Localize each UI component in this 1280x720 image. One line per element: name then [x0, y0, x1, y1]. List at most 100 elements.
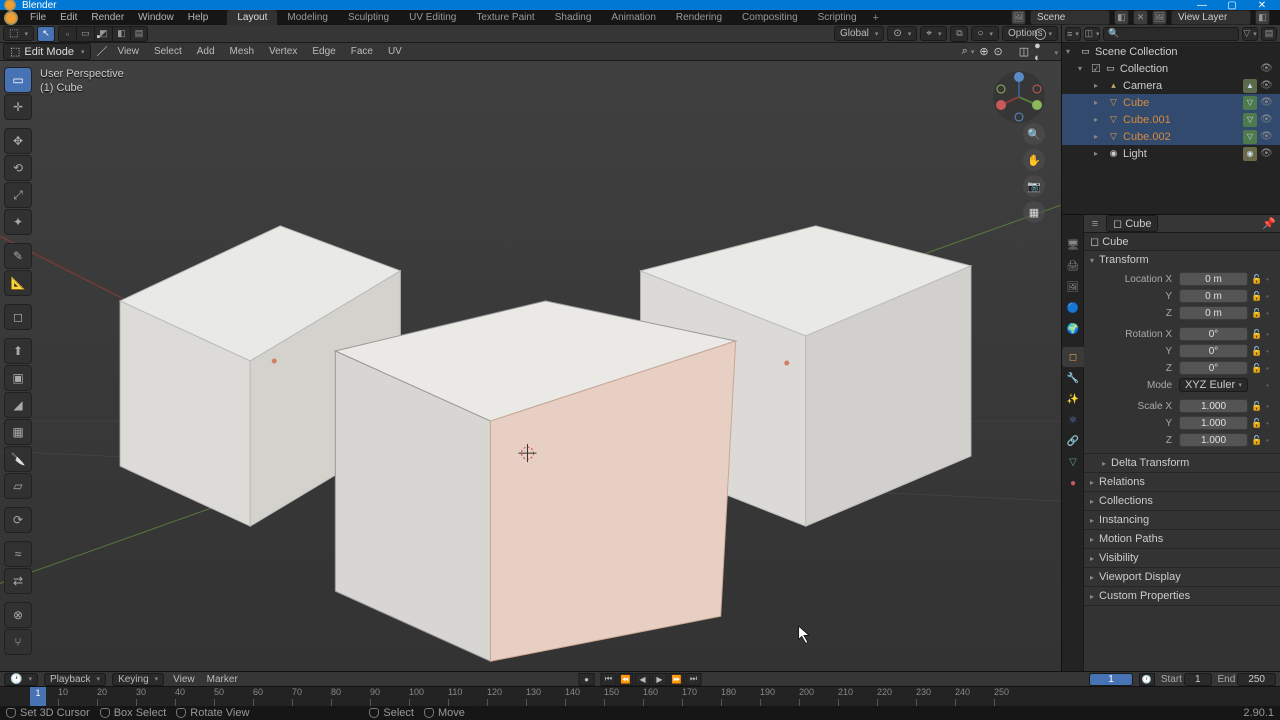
viewlayer-browse-icon[interactable]: 🖼	[1152, 10, 1167, 25]
snap-toggle-icon[interactable]: ⧉	[950, 26, 968, 42]
viewport-canvas[interactable]: ▭ ✛ ✥ ⟲ ⤢ ✦ ✎ 📐 ◻ ⬆ ▣ ◢ ▦ 🔪 ▱ ⟳	[0, 61, 1061, 671]
loc-z-field[interactable]: 0 m	[1179, 306, 1248, 320]
gizmo-toggle-icon[interactable]: ⊕	[979, 45, 988, 58]
select-edge-icon[interactable]: ▭	[76, 26, 94, 42]
vertex-select-icon[interactable]: ▪	[96, 31, 107, 43]
xray-toggle-icon[interactable]: ◫	[1019, 45, 1029, 58]
panel-header-instancing[interactable]: ▸Instancing	[1084, 511, 1280, 529]
options-dropdown[interactable]: Options	[1002, 26, 1058, 41]
prop-pin-icon[interactable]: 📌	[1262, 217, 1276, 230]
ptab-scene[interactable]: 🔵	[1062, 298, 1084, 318]
window-close-button[interactable]: ✕	[1248, 0, 1276, 10]
proportional-dropdown[interactable]: ○	[971, 26, 999, 41]
vp-menu-uv[interactable]: UV	[383, 46, 407, 57]
current-frame-field[interactable]: 1	[1089, 673, 1133, 686]
tool-loopcut[interactable]: ▦	[4, 419, 32, 445]
outliner-row-light[interactable]: ▸◉ Light ◉ 👁	[1062, 145, 1280, 162]
workspace-tab-texturepaint[interactable]: Texture Paint	[466, 10, 544, 25]
tool-select-box[interactable]: ▭	[4, 67, 32, 93]
blender-logo-icon[interactable]	[4, 11, 18, 25]
scale-z-field[interactable]: 1.000	[1179, 433, 1248, 447]
workspace-tab-shading[interactable]: Shading	[545, 10, 602, 25]
outliner-row-collection[interactable]: ▾☑▭ Collection 👁	[1062, 60, 1280, 77]
prop-context-crumb[interactable]: ◻ Cube	[1106, 215, 1158, 232]
outliner-view-dropdown[interactable]: ◫	[1084, 27, 1100, 41]
lock-icon[interactable]: 🔓	[1251, 274, 1263, 285]
scene-new-icon[interactable]: ◧	[1114, 10, 1129, 25]
ptab-render[interactable]: 🖥	[1062, 235, 1084, 255]
ptab-output[interactable]: 🖨	[1062, 256, 1084, 276]
tool-spin[interactable]: ⟳	[4, 507, 32, 533]
tool-knife[interactable]: 🔪	[4, 446, 32, 472]
jump-next-key-icon[interactable]: ⏩	[669, 673, 685, 686]
mode-dropdown[interactable]: ⬚Edit Mode	[3, 43, 91, 60]
timeline-keying-dropdown[interactable]: Keying	[112, 673, 164, 686]
select-all-icon[interactable]: ◧	[112, 26, 130, 42]
scene-name-field[interactable]: Scene	[1030, 10, 1110, 25]
tool-annotate[interactable]: ✎	[4, 243, 32, 269]
jump-start-icon[interactable]: ⏮	[601, 673, 617, 686]
window-maximize-button[interactable]: ▢	[1218, 0, 1246, 10]
menu-file[interactable]: File	[23, 10, 53, 25]
outliner-row-cube[interactable]: ▸▽ Cube ▽ 👁	[1062, 94, 1280, 111]
tool-cursor[interactable]: ✛	[4, 94, 32, 120]
mesh-edit-mode-display[interactable]: ⌕	[962, 45, 975, 58]
rot-z-field[interactable]: 0°	[1179, 361, 1248, 375]
timeline-menu-marker[interactable]: Marker	[204, 674, 241, 685]
tool-rotate[interactable]: ⟲	[4, 155, 32, 181]
prop-breadcrumb-cube[interactable]: ◻ Cube	[1090, 235, 1128, 248]
rot-y-field[interactable]: 0°	[1179, 344, 1248, 358]
outliner-filter-icon[interactable]: ▽	[1242, 27, 1258, 41]
nav-gizmo[interactable]	[991, 69, 1047, 125]
jump-prev-key-icon[interactable]: ⏪	[618, 673, 634, 686]
tool-edge-slide[interactable]: ⇄	[4, 568, 32, 594]
workspace-tab-rendering[interactable]: Rendering	[666, 10, 732, 25]
menu-help[interactable]: Help	[181, 10, 216, 25]
menu-render[interactable]: Render	[84, 10, 131, 25]
ptab-material[interactable]: ●	[1062, 473, 1084, 493]
tool-scale[interactable]: ⤢	[4, 182, 32, 208]
vp-menu-face[interactable]: Face	[346, 46, 378, 57]
start-frame-field[interactable]: 1	[1184, 673, 1212, 686]
edge-select-icon[interactable]: ／	[96, 43, 107, 59]
workspace-tab-layout[interactable]: Layout	[227, 10, 277, 25]
ptab-modifier[interactable]: 🔧	[1062, 368, 1084, 388]
vp-menu-view[interactable]: View	[112, 46, 144, 57]
menu-edit[interactable]: Edit	[53, 10, 84, 25]
outliner-row-scene-collection[interactable]: ▾▭ Scene Collection	[1062, 43, 1280, 60]
panel-header-viewportdisplay[interactable]: ▸Viewport Display	[1084, 568, 1280, 586]
preview-range-icon[interactable]: 🕐	[1139, 673, 1155, 686]
shading-wireframe-icon[interactable]: ◯	[1034, 27, 1046, 40]
nav-pan-icon[interactable]: ✋	[1023, 149, 1045, 171]
editor-type-dropdown[interactable]: ⬚	[3, 26, 34, 41]
ptab-world[interactable]: 🌍	[1062, 319, 1084, 339]
outliner-search-input[interactable]: 🔍	[1103, 27, 1239, 41]
tool-move[interactable]: ✥	[4, 128, 32, 154]
ptab-mesh[interactable]: ▽	[1062, 452, 1084, 472]
outliner-row-cube001[interactable]: ▸▽ Cube.001 ▽ 👁	[1062, 111, 1280, 128]
tool-transform[interactable]: ✦	[4, 209, 32, 235]
nav-zoom-icon[interactable]: 🔍	[1023, 123, 1045, 145]
outliner-display-mode[interactable]: ≡	[1065, 27, 1081, 41]
scale-y-field[interactable]: 1.000	[1179, 416, 1248, 430]
panel-header-custom[interactable]: ▸Custom Properties	[1084, 587, 1280, 605]
ptab-particle[interactable]: ✨	[1062, 389, 1084, 409]
scene-del-icon[interactable]: ✕	[1133, 10, 1148, 25]
outliner-row-cube002[interactable]: ▸▽ Cube.002 ▽ 👁	[1062, 128, 1280, 145]
scale-x-field[interactable]: 1.000	[1179, 399, 1248, 413]
shading-solid-icon[interactable]: ●	[1034, 40, 1046, 52]
tool-rip[interactable]: ⑂	[4, 629, 32, 655]
tool-extrude[interactable]: ⬆	[4, 338, 32, 364]
ptab-object[interactable]: ◻	[1062, 347, 1084, 367]
vp-menu-mesh[interactable]: Mesh	[225, 46, 259, 57]
timeline-editor-type[interactable]: 🕐	[4, 673, 38, 686]
timeline-ruler[interactable]: 1 10203040506070809010011012013014015016…	[0, 686, 1280, 706]
outliner-row-camera[interactable]: ▸▴ Camera ▲ 👁	[1062, 77, 1280, 94]
panel-header-transform[interactable]: ▾Transform	[1084, 251, 1280, 269]
tool-shrink[interactable]: ⊗	[4, 602, 32, 628]
panel-header-relations[interactable]: ▸Relations	[1084, 473, 1280, 491]
vp-menu-vertex[interactable]: Vertex	[264, 46, 302, 57]
workspace-tab-uvediting[interactable]: UV Editing	[399, 10, 466, 25]
workspace-tab-compositing[interactable]: Compositing	[732, 10, 808, 25]
ptab-physics[interactable]: ⚛	[1062, 410, 1084, 430]
